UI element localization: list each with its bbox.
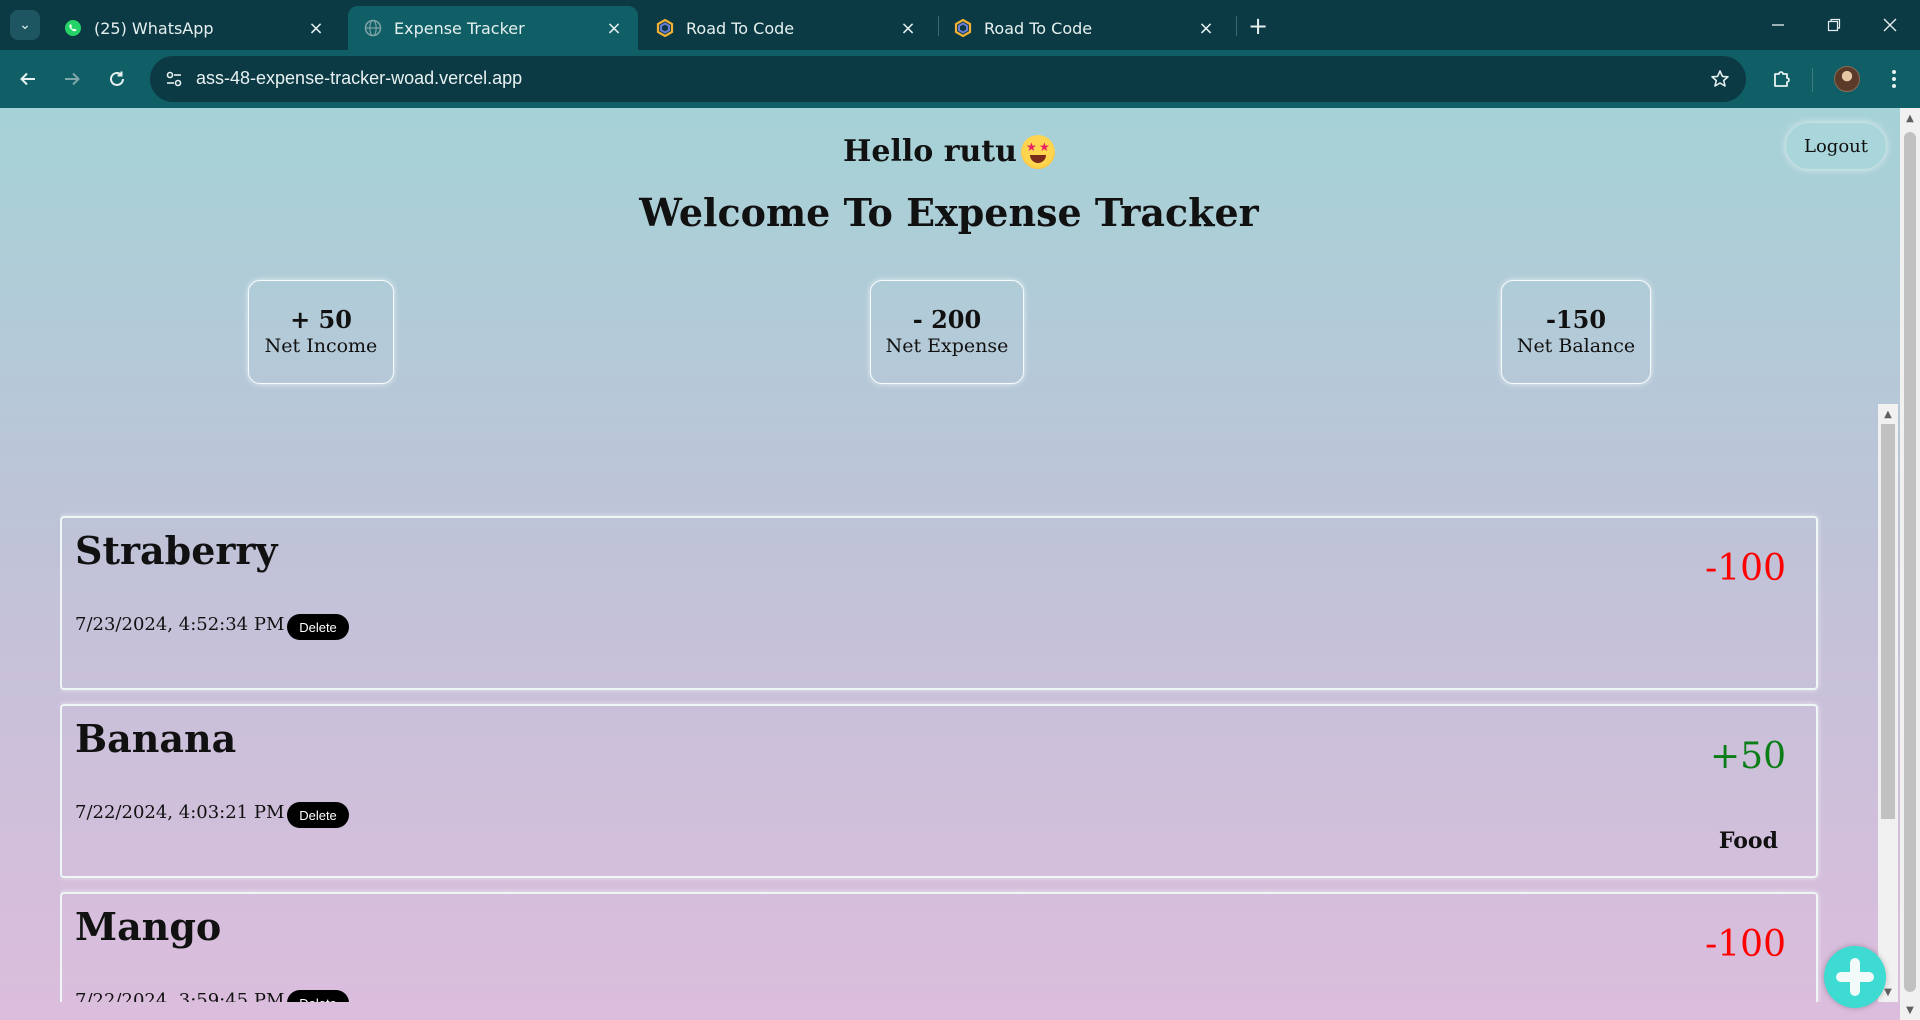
greeting-text: Hello rutu <box>843 134 1017 169</box>
bookmark-star-icon[interactable] <box>1708 67 1732 91</box>
transaction-card: Mango 7/22/2024, 3:59:45 PM Delete -100 <box>60 892 1818 1002</box>
net-balance-card: -150 Net Balance <box>1501 280 1651 384</box>
close-icon[interactable]: × <box>1196 18 1216 39</box>
close-icon[interactable]: × <box>604 18 624 39</box>
transaction-card: Straberry 7/23/2024, 4:52:34 PM Delete -… <box>60 516 1818 690</box>
forward-button[interactable] <box>56 63 88 95</box>
arrow-left-icon <box>20 72 35 86</box>
address-bar[interactable]: ass-48-expense-tracker-woad.vercel.app <box>150 56 1746 102</box>
net-expense-card: - 200 Net Expense <box>870 280 1024 384</box>
transaction-name: Banana <box>75 716 237 761</box>
add-transaction-button[interactable] <box>1824 946 1886 1008</box>
tab-title: (25) WhatsApp <box>94 18 214 38</box>
puzzle-icon <box>1774 71 1790 87</box>
net-balance-label: Net Balance <box>1516 335 1636 357</box>
transaction-category: Food <box>1718 828 1778 854</box>
whatsapp-icon <box>65 20 81 36</box>
close-window-button[interactable] <box>1870 8 1910 42</box>
tab-title: Road To Code <box>984 18 1093 38</box>
net-expense-value: - 200 <box>912 305 982 334</box>
new-tab-button[interactable]: + <box>1244 12 1272 40</box>
delete-button[interactable]: Delete <box>287 990 349 1002</box>
transaction-amount: -100 <box>1705 924 1786 965</box>
hexagon-logo-icon <box>656 19 674 37</box>
close-icon <box>1883 18 1897 32</box>
transaction-amount: -100 <box>1705 548 1786 589</box>
delete-button[interactable]: Delete <box>287 802 349 828</box>
close-icon[interactable]: × <box>898 18 918 39</box>
transaction-date: 7/23/2024, 4:52:34 PM <box>75 614 285 635</box>
transaction-date: 7/22/2024, 4:03:21 PM <box>75 802 285 823</box>
transaction-date: 7/22/2024, 3:59:45 PM <box>75 990 285 1002</box>
browser-tab-strip: ⌄ (25) WhatsApp × Expense Tracker × Road… <box>0 0 1920 50</box>
minimize-icon <box>1772 24 1784 26</box>
restore-icon <box>1827 18 1841 32</box>
net-income-card: + 50 Net Income <box>248 280 394 384</box>
net-income-label: Net Income <box>264 335 378 357</box>
restore-button[interactable] <box>1814 8 1854 42</box>
page-scrollbar[interactable]: ▲ ▼ <box>1900 108 1920 1020</box>
greeting-heading: Hello rutu <box>0 134 1898 169</box>
tab-title: Road To Code <box>686 18 795 38</box>
menu-button[interactable] <box>1878 63 1910 95</box>
hexagon-logo-icon <box>954 19 972 37</box>
net-expense-label: Net Expense <box>885 335 1009 357</box>
scroll-down-icon[interactable]: ▼ <box>1904 1004 1916 1016</box>
more-vertical-icon <box>1892 70 1896 88</box>
scroll-up-icon[interactable]: ▲ <box>1904 112 1916 124</box>
reload-icon <box>110 71 124 86</box>
net-income-value: + 50 <box>290 305 352 334</box>
tab-road-to-code[interactable]: Road To Code × <box>640 6 932 50</box>
page-scrollbar-thumb[interactable] <box>1904 132 1916 992</box>
tab-separator <box>1236 16 1237 36</box>
minimize-button[interactable] <box>1758 8 1798 42</box>
page-title: Welcome To Expense Tracker <box>639 190 1259 235</box>
list-scrollbar[interactable]: ▲ ▼ <box>1878 404 1898 1002</box>
tab-whatsapp[interactable]: (25) WhatsApp × <box>48 6 340 50</box>
scroll-up-icon[interactable]: ▲ <box>1882 408 1894 420</box>
delete-button[interactable]: Delete <box>287 614 349 640</box>
star-struck-emoji-icon <box>1020 134 1055 169</box>
tab-search-button[interactable]: ⌄ <box>10 10 40 40</box>
tab-road-to-code-2[interactable]: Road To Code × <box>938 6 1230 50</box>
reload-button[interactable] <box>101 63 133 95</box>
site-settings-icon[interactable] <box>162 67 186 91</box>
transaction-card: Banana 7/22/2024, 4:03:21 PM Delete +50 … <box>60 704 1818 878</box>
transaction-amount: +50 <box>1710 736 1786 777</box>
transaction-name: Straberry <box>75 528 278 573</box>
arrow-right-icon <box>65 72 80 86</box>
tab-expense-tracker[interactable]: Expense Tracker × <box>348 6 638 50</box>
close-icon[interactable]: × <box>306 18 326 39</box>
extensions-button[interactable] <box>1766 63 1798 95</box>
net-balance-value: -150 <box>1545 305 1607 334</box>
transaction-list: Straberry 7/23/2024, 4:52:34 PM Delete -… <box>60 404 1898 1002</box>
url-text: ass-48-expense-tracker-woad.vercel.app <box>196 68 523 88</box>
toolbar-divider <box>1812 68 1813 92</box>
tab-title: Expense Tracker <box>394 18 525 38</box>
browser-toolbar: ass-48-expense-tracker-woad.vercel.app <box>0 50 1920 108</box>
plus-icon <box>1836 958 1874 996</box>
page-viewport: Logout Hello rutu Welcome To Expense Tra… <box>0 108 1920 1020</box>
back-button[interactable] <box>12 63 44 95</box>
chevron-down-icon: ⌄ <box>19 17 31 33</box>
profile-avatar[interactable] <box>1834 66 1860 92</box>
transaction-name: Mango <box>75 904 222 949</box>
plus-icon: + <box>1247 12 1269 40</box>
globe-icon <box>364 19 382 37</box>
list-scrollbar-thumb[interactable] <box>1881 424 1895 819</box>
